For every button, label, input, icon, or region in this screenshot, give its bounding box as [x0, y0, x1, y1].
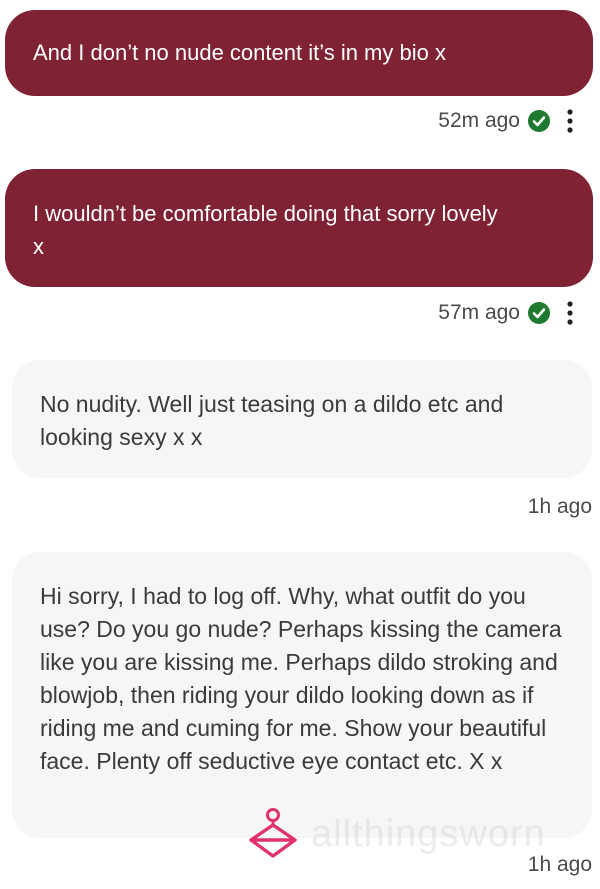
message-time: 57m ago — [438, 301, 520, 324]
message-text: Hi sorry, I had to log off. Why, what ou… — [40, 583, 562, 774]
message-text: And I don’t no nude content it’s in my b… — [33, 40, 446, 65]
message-meta: 52m ago — [438, 106, 580, 136]
check-circle-icon — [528, 110, 550, 132]
message-time: 52m ago — [438, 109, 520, 132]
message-time: 1h ago — [527, 495, 592, 518]
message-meta: 57m ago — [438, 298, 580, 328]
sent-message-bubble[interactable]: I wouldn’t be comfortable doing that sor… — [5, 169, 593, 287]
kebab-menu-icon[interactable] — [560, 108, 580, 134]
received-message-bubble[interactable]: Hi sorry, I had to log off. Why, what ou… — [12, 552, 592, 838]
message-thread: And I don’t no nude content it’s in my b… — [0, 0, 600, 889]
message-time: 1h ago — [527, 853, 592, 876]
message-text: I wouldn’t be comfortable doing that sor… — [33, 201, 498, 259]
message-text: No nudity. Well just teasing on a dildo … — [40, 391, 504, 450]
received-message-bubble[interactable]: No nudity. Well just teasing on a dildo … — [12, 360, 592, 478]
message-meta: 1h ago — [528, 492, 592, 522]
message-meta: 1h ago — [528, 850, 592, 880]
sent-message-bubble[interactable]: And I don’t no nude content it’s in my b… — [5, 10, 593, 96]
kebab-menu-icon[interactable] — [560, 300, 580, 326]
check-circle-icon — [528, 302, 550, 324]
